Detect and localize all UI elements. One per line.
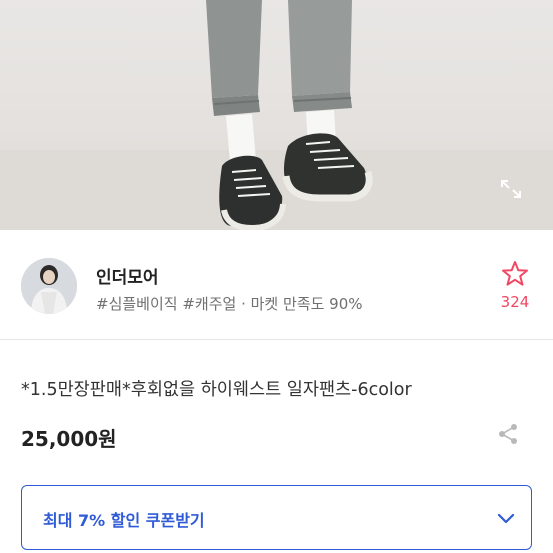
product-title: *1.5만장판매*후회없을 하이웨스트 일자팬츠-6color [21, 380, 412, 400]
coupon-label: 최대 7% 할인 쿠폰받기 [43, 511, 205, 530]
coupon-button[interactable]: 최대 7% 할인 쿠폰받기 [21, 485, 532, 550]
product-detail-page: 인더모어 #심플베이직 #캐주얼 · 마켓 만족도 90% 324 *1.5만장… [0, 0, 553, 553]
favorite-count: 324 [500, 293, 530, 311]
seller-section: 인더모어 #심플베이직 #캐주얼 · 마켓 만족도 90% 324 [0, 230, 553, 340]
expand-icon[interactable] [496, 176, 526, 202]
product-price: 25,000원 [21, 427, 117, 451]
seller-tags: #심플베이직 #캐주얼 · 마켓 만족도 90% [96, 295, 363, 313]
product-photo-illustration [0, 0, 553, 230]
star-outline-icon [502, 261, 528, 286]
seller-name[interactable]: 인더모어 [96, 263, 159, 288]
favorite-button[interactable]: 324 [495, 260, 535, 311]
share-icon[interactable] [496, 422, 520, 446]
seller-avatar[interactable] [21, 258, 77, 314]
product-photo[interactable] [0, 0, 553, 230]
chevron-down-icon [497, 513, 515, 524]
